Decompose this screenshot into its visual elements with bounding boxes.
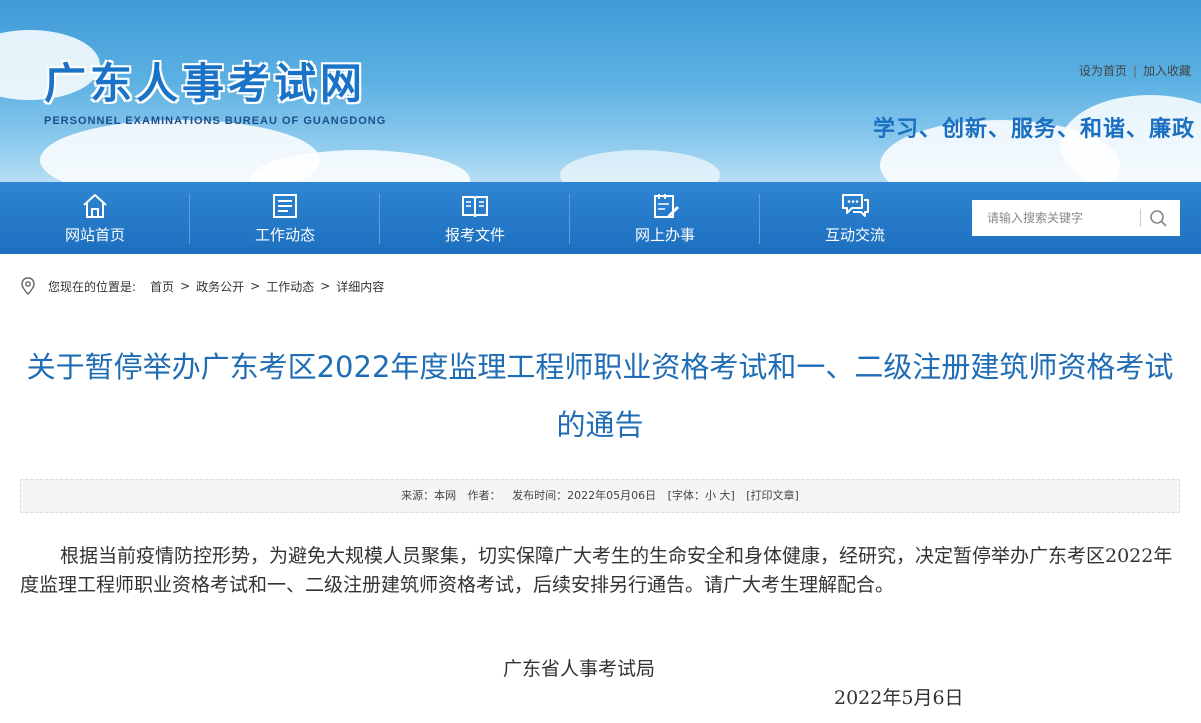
home-icon [83,194,107,218]
top-links: 设为首页 | 加入收藏 [1079,62,1191,79]
chat-icon [842,194,869,217]
search-divider [1140,209,1141,227]
article-title: 关于暂停举办广东考区2022年度监理工程师职业资格考试和一、二级注册建筑师资格考… [26,350,1174,442]
nav-item-label: 网上办事 [634,226,695,244]
nav-item-exam-docs[interactable]: 报考文件 [380,182,570,254]
breadcrumb: 您现在的位置是: 首页 > 政务公开 > 工作动态 > 详细内容 [20,276,384,296]
nav-item-interaction[interactable]: 互动交流 [760,182,950,254]
breadcrumb-detail: 详细内容 [336,279,385,294]
font-size-toggle[interactable]: [字体：小 大] [668,489,735,502]
link-separator: | [1132,64,1137,78]
print-article-link[interactable]: [打印文章] [746,489,799,502]
search-icon[interactable] [1148,208,1170,228]
nav-item-label: 互动交流 [824,226,885,244]
breadcrumb-gov-affairs[interactable]: 政务公开 [196,278,244,295]
article-sign-date: 2022年5月6日 [834,687,964,709]
header-banner: 广东人事考试网 PERSONNEL EXAMINATIONS BUREAU OF… [0,0,1201,182]
article-meta: 来源：本网 作者： 发布时间：2022年05月06日 [字体：小 大] [打印文… [20,479,1180,513]
news-icon [273,194,297,218]
book-icon [462,196,488,218]
breadcrumb-work-news[interactable]: 工作动态 [266,278,314,295]
breadcrumb-arrow: > [250,279,261,293]
location-pin-icon [21,277,35,295]
nav-item-label: 报考文件 [444,226,505,244]
nav-item-label: 工作动态 [254,226,315,244]
article-signature: 广东省人事考试局 [503,658,656,680]
search-input[interactable] [972,200,1140,236]
breadcrumb-arrow: > [320,279,331,293]
search-box [972,200,1180,236]
set-homepage-link[interactable]: 设为首页 [1079,64,1127,78]
breadcrumb-prefix: 您现在的位置是: [48,279,137,294]
meta-source: 来源：本网 [401,489,457,502]
nav-item-online-service[interactable]: 网上办事 [570,182,760,254]
meta-author: 作者： [467,489,501,502]
breadcrumb-home[interactable]: 首页 [150,278,174,295]
nav-item-work-news[interactable]: 工作动态 [190,182,380,254]
slogan: 学习、创新、服务、和谐、廉政 [872,117,1195,142]
site-title[interactable]: 广东人事考试网 [44,50,366,111]
breadcrumb-arrow: > [180,279,191,293]
site-subtitle: PERSONNEL EXAMINATIONS BUREAU OF GUANGDO… [44,115,387,127]
edit-form-icon [654,194,679,218]
nav-item-home[interactable]: 网站首页 [0,182,190,254]
add-favorite-link[interactable]: 加入收藏 [1143,64,1191,78]
nav-item-label: 网站首页 [64,226,125,244]
article-body: 根据当前疫情防控形势，为避免大规模人员聚集，切实保障广大考生的生命安全和身体健康… [20,545,1173,596]
cloud-decoration [560,150,720,182]
meta-date: 发布时间：2022年05月06日 [512,489,657,502]
